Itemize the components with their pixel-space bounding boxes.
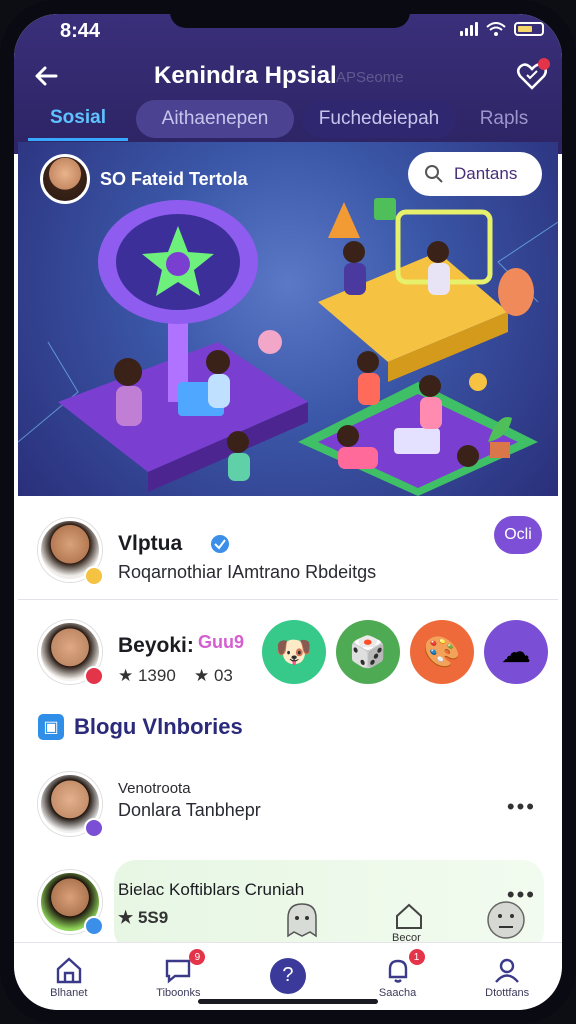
search-icon xyxy=(425,165,443,183)
section-title: Blogu Vlnbories xyxy=(74,714,243,739)
hero-illustration: SO Fateid Tertola Dantans xyxy=(18,142,558,496)
verified-icon xyxy=(211,535,229,553)
verified-badge xyxy=(84,818,104,838)
page-title: Kenindra Hpsial xyxy=(154,62,337,89)
header-row: Kenindra Hpsial APSeome xyxy=(14,52,562,100)
stat-primary: ★ 1390 xyxy=(118,666,176,685)
wifi-icon xyxy=(486,22,506,36)
battery-icon xyxy=(514,22,544,36)
status-badge xyxy=(84,666,104,686)
feed-item[interactable]: Bielac Koftiblars Cruniah ★ 5S9 ••• Beco… xyxy=(18,846,558,956)
home-outline-icon[interactable] xyxy=(394,902,424,930)
photo-icon: ▣ xyxy=(38,714,64,740)
feed-item[interactable]: Beyoki: Guu9 ★ 1390 ★ 03 🐶 🎲 🎨 ☁ xyxy=(18,600,558,700)
signal-icon xyxy=(460,22,478,36)
post-stat: ★ 5S9 xyxy=(118,908,169,927)
nav-label: Saacha xyxy=(378,986,417,999)
avatar xyxy=(40,154,90,204)
stat-secondary: ★ 03 xyxy=(194,666,233,685)
notification-dot xyxy=(538,58,550,70)
dog-sticker-icon[interactable]: 🐶 xyxy=(262,620,326,684)
home-icon xyxy=(56,956,81,983)
tab-fuchedeiepah[interactable]: Fuchedeiepah xyxy=(302,100,456,138)
nav-label: Tiboonks xyxy=(156,986,201,999)
favorites-button[interactable] xyxy=(516,58,550,92)
nav-home[interactable]: Blhanet xyxy=(14,943,124,1010)
profile-icon xyxy=(495,958,520,983)
notification-badge: 9 xyxy=(189,949,206,965)
hero-user-name: SO Fateid Tertola xyxy=(100,168,248,189)
cloud-sticker-icon[interactable]: ☁ xyxy=(484,620,548,684)
highlight-card[interactable] xyxy=(114,860,544,952)
verified-badge xyxy=(84,566,104,586)
bell-icon xyxy=(388,959,407,983)
phone-frame: 8:44 Kenindra Hpsial APSeome Sosial Aith… xyxy=(0,0,576,1024)
status-time: 8:44 xyxy=(60,20,101,42)
nav-profile[interactable]: Dtottfans xyxy=(452,943,562,1010)
ghost-icon[interactable] xyxy=(282,900,322,940)
post-author: Beyoki: xyxy=(118,634,194,657)
nav-label: Dtottfans xyxy=(485,986,530,999)
tab-sosial[interactable]: Sosial xyxy=(28,97,128,141)
help-icon: ? xyxy=(269,957,306,994)
verified-badge xyxy=(84,916,104,936)
page-subtitle: APSeome xyxy=(336,69,404,86)
post-author: Vlptua xyxy=(118,532,183,555)
app-screen: 8:44 Kenindra Hpsial APSeome Sosial Aith… xyxy=(14,14,562,1010)
dice-sticker-icon[interactable]: 🎲 xyxy=(336,620,400,684)
tab-bar: Sosial Aithaenepen Fuchedeiepah Rapls xyxy=(28,96,562,142)
feed-item[interactable]: Vlptua Roqarnothiar IAmtrano Rbdeitgs Oc… xyxy=(18,496,558,600)
top-bar: 8:44 Kenindra Hpsial APSeome Sosial Aith… xyxy=(14,14,562,154)
follow-button[interactable]: Ocli xyxy=(494,516,542,554)
notification-badge: 1 xyxy=(408,949,425,965)
section-header: ▣ Blogu Vlnbories xyxy=(38,714,243,740)
nav-label: Blhanet xyxy=(50,986,88,999)
tab-aithaenepen[interactable]: Aithaenepen xyxy=(136,100,294,138)
home-indicator xyxy=(198,999,378,1004)
more-options-button[interactable]: ••• xyxy=(507,794,536,820)
tag-badge: Guu9 xyxy=(198,632,245,652)
search-button[interactable]: Dantans xyxy=(408,152,542,196)
neutral-face-icon[interactable] xyxy=(486,900,526,940)
search-label: Dantans xyxy=(454,164,518,183)
status-icons xyxy=(460,22,544,36)
post-description: Roqarnothiar IAmtrano Rbdeitgs xyxy=(118,562,377,582)
feed-item[interactable]: Venotroota Donlara Tanbhepr ••• xyxy=(18,754,558,846)
palette-sticker-icon[interactable]: 🎨 xyxy=(410,620,474,684)
tab-rapls[interactable]: Rapls xyxy=(464,100,544,138)
post-author: Bielac Koftiblars Cruniah xyxy=(118,880,305,899)
post-description: Donlara Tanbhepr xyxy=(118,800,261,820)
notch xyxy=(170,14,410,28)
post-author: Venotroota xyxy=(118,780,191,797)
hero-user[interactable]: SO Fateid Tertola xyxy=(40,154,248,204)
back-arrow-icon[interactable] xyxy=(32,62,60,90)
